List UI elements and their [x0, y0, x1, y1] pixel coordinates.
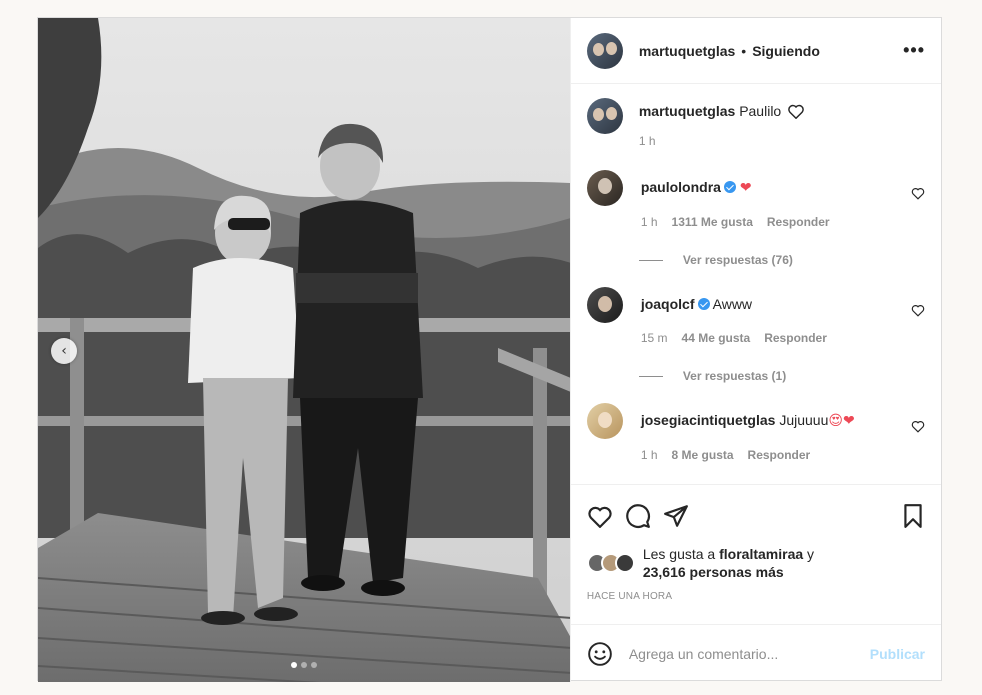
likes-text: Les gusta a floraltamiraa y 23,616 perso…: [643, 545, 814, 581]
comment-username[interactable]: paulolondra: [641, 179, 721, 195]
comment: paulolondra ❤ 1 h 1311 Me gusta Responde…: [586, 170, 925, 229]
like-heart-icon[interactable]: [587, 504, 613, 528]
like-heart-icon[interactable]: [911, 303, 925, 317]
comment-time[interactable]: 1 h: [641, 215, 658, 229]
header-separator: •: [741, 42, 747, 59]
view-replies-button[interactable]: Ver respuestas (1): [638, 369, 925, 383]
verified-badge-icon: [723, 181, 736, 193]
comment: joaqolcf Awww 15 m 44 Me gusta Responder: [586, 287, 925, 345]
bookmark-save-icon[interactable]: [901, 503, 925, 529]
comment-text: Jujuuuu: [779, 412, 829, 428]
action-bar: [587, 499, 925, 533]
comment-text: Awww: [712, 296, 753, 312]
likes-count[interactable]: 23,616 personas más: [643, 564, 784, 580]
like-heart-icon[interactable]: [911, 419, 925, 433]
share-paper-plane-icon[interactable]: [663, 503, 689, 529]
liker-username[interactable]: floraltamiraa: [719, 546, 803, 562]
view-replies-button[interactable]: Ver respuestas (76): [638, 253, 925, 267]
caption-text: Paulilo: [739, 103, 782, 119]
comment-time[interactable]: 1 h: [641, 448, 658, 462]
emoji-smiley-icon[interactable]: [587, 641, 613, 667]
comment-likes[interactable]: 8 Me gusta: [672, 448, 734, 462]
liker-avatars: [586, 553, 635, 573]
comment-bubble-icon[interactable]: [625, 503, 651, 529]
photo-image: [38, 18, 570, 682]
heart-outline-icon: [788, 104, 804, 120]
carousel-dot: [310, 662, 317, 668]
comment-emoji: 😍❤: [828, 413, 855, 429]
post-photo[interactable]: ‹: [38, 18, 570, 682]
comment-username[interactable]: josegiacintiquetglas: [641, 412, 776, 428]
avatar[interactable]: [586, 98, 623, 134]
likes-prefix: Les gusta a: [642, 546, 716, 562]
following-button[interactable]: Siguiendo: [752, 43, 820, 59]
comment-username[interactable]: joaqolcf: [641, 296, 695, 312]
reply-button[interactable]: Responder: [764, 331, 827, 345]
comment-emoji: ❤: [739, 180, 752, 196]
likes-summary[interactable]: Les gusta a floraltamiraa y 23,616 perso…: [586, 545, 925, 581]
carousel-dots: [290, 662, 317, 668]
verified-badge-icon: [697, 298, 710, 310]
avatar[interactable]: [586, 32, 623, 69]
posted-time[interactable]: HACE UNA HORA: [587, 591, 925, 602]
more-horizontal-icon[interactable]: •••: [903, 40, 925, 61]
carousel-dot: [290, 662, 297, 668]
add-comment-bar: Publicar: [570, 624, 941, 682]
post-header: martuquetglas • Siguiendo •••: [570, 18, 941, 84]
publish-button[interactable]: Publicar: [870, 646, 925, 662]
likes-conjunction: y: [807, 546, 815, 562]
avatar: [614, 553, 635, 573]
avatar[interactable]: [586, 403, 623, 439]
replies-divider: [638, 375, 663, 377]
caption-time[interactable]: 1 h: [639, 134, 656, 148]
replies-divider: [638, 259, 663, 261]
comment-likes[interactable]: 1311 Me gusta: [672, 215, 753, 229]
carousel-dot: [300, 662, 307, 668]
like-heart-icon[interactable]: [911, 186, 925, 200]
avatar[interactable]: [586, 170, 623, 206]
reply-button[interactable]: Responder: [767, 215, 830, 229]
header-username[interactable]: martuquetglas: [639, 43, 735, 59]
reply-button[interactable]: Responder: [748, 448, 811, 462]
comment: josegiacintiquetglas Jujuuuu😍❤ 1 h 8 Me …: [586, 403, 925, 462]
caption: martuquetglas Paulilo 1 h: [586, 98, 925, 148]
instagram-post: ‹ martuquetglas • Siguiendo ••• martuque…: [37, 17, 942, 682]
post-side-panel: martuquetglas • Siguiendo ••• martuquetg…: [569, 18, 941, 682]
post-actions: Les gusta a floraltamiraa y 23,616 perso…: [570, 484, 941, 624]
avatar[interactable]: [586, 287, 623, 323]
comment-likes[interactable]: 44 Me gusta: [682, 331, 751, 345]
view-replies-label: Ver respuestas (76): [682, 253, 793, 267]
comments-list[interactable]: martuquetglas Paulilo 1 h paulolondra ❤ …: [571, 84, 941, 484]
caption-username[interactable]: martuquetglas: [639, 103, 735, 119]
comment-input[interactable]: [628, 645, 870, 662]
view-replies-label: Ver respuestas (1): [682, 369, 787, 383]
carousel-prev-button[interactable]: ‹: [51, 338, 77, 364]
comment-time[interactable]: 15 m: [641, 331, 668, 345]
